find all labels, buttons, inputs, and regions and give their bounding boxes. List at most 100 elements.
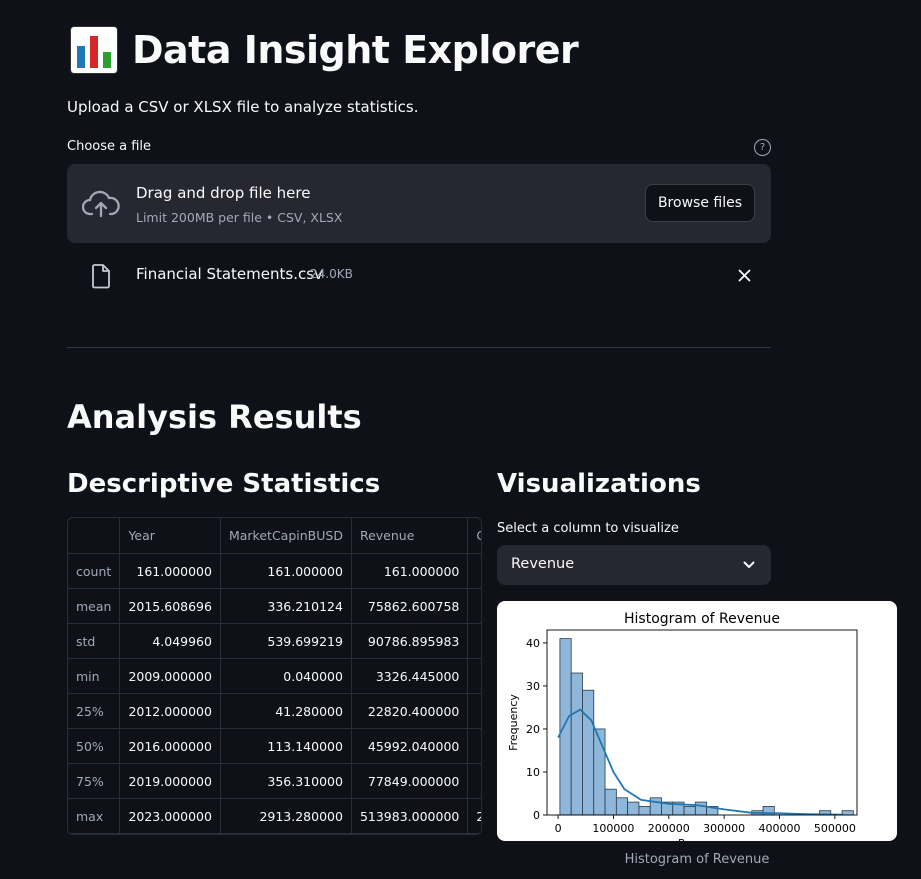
cloud-upload-icon: [82, 190, 120, 218]
histogram-bar: [841, 810, 854, 816]
table-corner: [68, 518, 121, 554]
table-cell[interactable]: 2009.000000: [119, 658, 221, 694]
table-cell[interactable]: 161.000000: [351, 553, 469, 589]
table-cell[interactable]: 195: [467, 728, 481, 764]
divider: [67, 347, 771, 348]
table-cell[interactable]: 2016.000000: [119, 728, 221, 764]
question-circle-icon[interactable]: ?: [754, 139, 771, 156]
table-cell[interactable]: 336.210124: [220, 588, 352, 624]
y-tick-label: 20: [526, 723, 540, 736]
table-cell[interactable]: 373: [467, 588, 481, 624]
histogram-bar: [694, 801, 708, 816]
x-tick-label: 400000: [759, 822, 801, 835]
table-cell[interactable]: 77849.000000: [351, 763, 469, 799]
chevron-down-icon: [743, 561, 755, 568]
table-cell[interactable]: 161.000000: [220, 553, 352, 589]
table-cell[interactable]: 75862.600758: [351, 588, 469, 624]
row-label: std: [68, 623, 121, 659]
histogram-bar: [683, 805, 696, 816]
file-dropzone[interactable]: Drag and drop file here Limit 200MB per …: [67, 164, 771, 243]
select-value: Revenue: [511, 556, 575, 572]
histogram-bar: [638, 805, 651, 816]
dropzone-text: Drag and drop file here: [136, 184, 311, 202]
browse-files-button[interactable]: Browse files: [644, 184, 755, 222]
column-header[interactable]: Gros: [467, 518, 481, 554]
table-cell[interactable]: 416: [467, 623, 481, 659]
table-cell[interactable]: 2015.608696: [119, 588, 221, 624]
table-cell[interactable]: 2251: [467, 798, 481, 834]
table-row: std4.049960539.69921990786.895983416: [68, 623, 481, 659]
uploader-label: Choose a file: [67, 139, 152, 154]
row-label: count: [68, 553, 121, 589]
x-tick-label: 500000: [814, 822, 856, 835]
row-label: 25%: [68, 693, 121, 729]
column-select[interactable]: Revenue: [497, 545, 771, 585]
table-cell[interactable]: 2012.000000: [119, 693, 221, 729]
table-row: max2023.0000002913.280000513983.00000022…: [68, 798, 481, 834]
file-icon: [92, 264, 110, 289]
column-header[interactable]: Revenue: [351, 518, 469, 554]
page-title: Data Insight Explorer: [132, 28, 579, 72]
table-cell[interactable]: 2913.280000: [220, 798, 352, 834]
bar-chart-icon: [70, 26, 118, 74]
table-row: min2009.0000000.0400003326.44500011: [68, 658, 481, 694]
table-cell[interactable]: 2019.000000: [119, 763, 221, 799]
x-tick-label: 0: [555, 822, 562, 835]
table-cell[interactable]: 2023.000000: [119, 798, 221, 834]
chart-title: Histogram of Revenue: [624, 611, 780, 627]
y-tick-label: 40: [526, 637, 540, 650]
x-axis-label: Revenue: [678, 837, 726, 841]
table-cell[interactable]: 22820.400000: [351, 693, 469, 729]
table-cell[interactable]: 356.310000: [220, 763, 352, 799]
table-cell[interactable]: 0.040000: [220, 658, 352, 694]
page-subtitle: Upload a CSV or XLSX file to analyze sta…: [67, 98, 419, 116]
table-cell[interactable]: 3326.445000: [351, 658, 469, 694]
y-tick-label: 0: [533, 809, 540, 822]
table-cell[interactable]: 1: [467, 553, 481, 589]
table-cell[interactable]: 103: [467, 693, 481, 729]
table-row: 75%2019.000000356.31000077849.000000477: [68, 763, 481, 799]
column-header[interactable]: MarketCapinBUSD: [220, 518, 352, 554]
table-row: count161.000000161.000000161.0000001: [68, 553, 481, 589]
stats-table[interactable]: YearMarketCapinBUSDRevenueGros count161.…: [67, 517, 482, 835]
table-cell[interactable]: 477: [467, 763, 481, 799]
file-name: Financial Statements.csv: [136, 265, 323, 283]
y-tick-label: 30: [526, 680, 540, 693]
table-cell[interactable]: 113.140000: [220, 728, 352, 764]
row-label: 75%: [68, 763, 121, 799]
histogram-bar: [570, 672, 583, 816]
chart-caption: Histogram of Revenue: [624, 852, 770, 867]
page-title-row: Data Insight Explorer: [70, 26, 579, 74]
file-size: 24.0KB: [310, 267, 353, 281]
dropzone-limit: Limit 200MB per file • CSV, XLSX: [136, 210, 343, 225]
viz-title: Visualizations: [497, 469, 701, 499]
column-header[interactable]: Year: [119, 518, 221, 554]
select-label: Select a column to visualize: [497, 521, 679, 536]
table-cell[interactable]: 45992.040000: [351, 728, 469, 764]
table-row: 50%2016.000000113.14000045992.040000195: [68, 728, 481, 764]
table-cell[interactable]: 513983.000000: [351, 798, 469, 834]
x-tick-label: 100000: [592, 822, 634, 835]
row-label: mean: [68, 588, 121, 624]
table-cell[interactable]: 539.699219: [220, 623, 352, 659]
histogram-bar: [582, 689, 595, 816]
histogram-chart: Histogram of Revenue 0 100000 200000 300000 4…: [507, 611, 858, 841]
table-row: 25%2012.00000041.28000022820.400000103: [68, 693, 481, 729]
uploaded-file-row: Financial Statements.csv 24.0KB: [67, 255, 771, 295]
table-cell[interactable]: 90786.895983: [351, 623, 469, 659]
close-icon[interactable]: [738, 269, 751, 282]
histogram-bar: [627, 801, 640, 816]
histogram-bar: [593, 728, 606, 816]
table-cell[interactable]: 161.000000: [119, 553, 221, 589]
y-tick-label: 10: [526, 766, 540, 779]
histogram-figure: Histogram of Revenue 0 100000 200000 300000 4…: [497, 601, 897, 841]
table-cell[interactable]: 4.049960: [119, 623, 221, 659]
row-label: max: [68, 798, 121, 834]
table-cell[interactable]: 41.280000: [220, 693, 352, 729]
x-tick-label: 300000: [703, 822, 745, 835]
table-cell[interactable]: 11: [467, 658, 481, 694]
y-axis-label: Frequency: [507, 694, 520, 751]
histogram-bar: [615, 797, 629, 816]
row-label: 50%: [68, 728, 121, 764]
histogram-bar: [649, 797, 662, 816]
